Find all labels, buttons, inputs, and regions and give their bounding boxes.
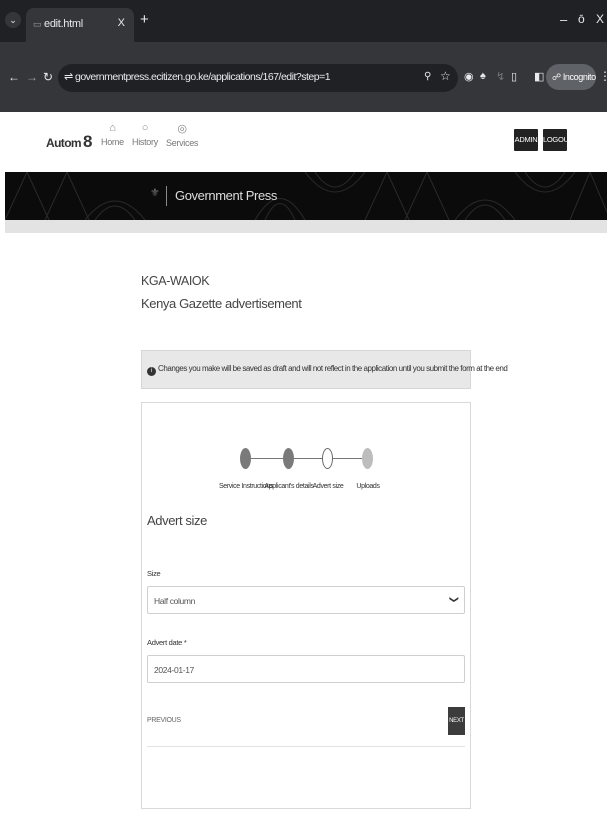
government-press-banner: ⚜ Government Press [5, 172, 607, 220]
admin-button[interactable]: ADMIN [514, 129, 538, 151]
step-dot-uploads[interactable] [362, 448, 373, 469]
progress-stepper: Service Instructions Applicant's details… [142, 445, 472, 495]
draft-alert: i Changes you make will be saved as draft… [141, 350, 508, 389]
banner-underline [5, 220, 607, 233]
browser-tab[interactable]: ▭ edit.html X [26, 8, 134, 42]
alert-text: Changes you make will be saved as draft … [158, 364, 508, 373]
incognito-label: Incognito [562, 72, 596, 82]
step-label: Applicant's details [264, 483, 314, 490]
site-logo[interactable]: Autom 8 [46, 132, 92, 152]
alert-message: i Changes you make will be saved as draft… [147, 364, 508, 376]
advert-date-value: 2024-01-17 [154, 665, 194, 675]
extension-icon-2[interactable]: ♠ [480, 70, 486, 82]
info-icon: i [147, 367, 156, 376]
maximize-button[interactable]: ō [578, 12, 585, 26]
nav-services-label: Services [166, 138, 199, 148]
nav-history[interactable]: ○ History [132, 122, 158, 147]
reload-icon[interactable]: ↻ [43, 70, 53, 84]
service-title: Kenya Gazette advertisement [141, 296, 302, 311]
browser-window: ⌄ ▭ edit.html X + – ō X ← → ↻ ⇌ governme… [0, 0, 607, 821]
incognito-badge[interactable]: ☍ Incognito [546, 64, 596, 90]
logo-mark: 8 [83, 132, 92, 151]
step-dot-applicants-details[interactable] [283, 448, 294, 469]
site-header: Autom 8 ⌂ Home ○ History ◎ Services ADMIN… [0, 112, 607, 172]
nav-services[interactable]: ◎ Services [166, 122, 198, 148]
minimize-button[interactable]: – [560, 12, 567, 27]
application-code: KGA-WAIOK [141, 274, 210, 288]
nav-history-label: History [132, 137, 158, 147]
advert-date-label: Advert date * [147, 638, 187, 647]
side-panel-icon[interactable]: ◧ [534, 70, 544, 83]
form-card: Service Instructions Applicant's details… [141, 402, 471, 809]
forward-icon[interactable]: → [26, 70, 38, 84]
bookmark-star-icon[interactable]: ☆ [440, 69, 451, 83]
site-settings-icon[interactable]: ⇌ [64, 70, 73, 83]
size-label: Size [147, 569, 161, 578]
back-icon[interactable]: ← [8, 70, 20, 84]
zoom-icon[interactable]: ⚲ [424, 71, 431, 82]
section-title: Advert size [147, 513, 207, 528]
step-connector [248, 458, 284, 459]
step-connector [293, 458, 323, 459]
banner-pattern [5, 172, 607, 220]
card-divider [147, 746, 465, 747]
size-value: Half column [154, 596, 196, 606]
previous-button[interactable]: PREVIOUS [147, 717, 181, 724]
tab-search-icon[interactable]: ⌄ [5, 12, 21, 28]
banner-title: Government Press [175, 188, 277, 203]
nav-home[interactable]: ⌂ Home [101, 122, 124, 147]
browser-toolbar: ← → ↻ ⇌ governmentpress.ecitizen.go.ke/a… [0, 42, 607, 112]
services-icon: ◎ [177, 123, 187, 135]
step-dot-service-instructions[interactable] [240, 448, 251, 469]
nav-home-label: Home [101, 137, 124, 147]
next-button[interactable]: NEXT [448, 707, 465, 735]
step-label: Uploads [356, 483, 380, 490]
tab-title: edit.html [44, 18, 83, 30]
incognito-icon: ☍ [552, 72, 563, 82]
tab-close-icon[interactable]: X [118, 17, 125, 29]
close-window-button[interactable]: X [596, 12, 604, 26]
banner-divider [166, 186, 167, 206]
browser-menu-icon[interactable]: ⋮ [599, 69, 607, 83]
step-connector [333, 458, 363, 459]
extension-icon-3[interactable]: ↯ [496, 70, 505, 83]
size-select[interactable]: Half column ❯ [147, 586, 465, 614]
tab-bar: ⌄ ▭ edit.html X + – ō X [0, 0, 607, 42]
step-dot-advert-size[interactable] [322, 448, 333, 469]
history-icon: ○ [141, 122, 149, 134]
coat-of-arms-icon: ⚜ [150, 187, 160, 199]
extensions-puzzle-icon[interactable]: ▯ [511, 70, 517, 83]
new-tab-button[interactable]: + [140, 12, 149, 27]
file-icon: ▭ [33, 19, 42, 29]
advert-date-input[interactable]: 2024-01-17 [147, 655, 465, 683]
extension-icon[interactable]: ◉ [464, 70, 474, 83]
chevron-down-icon: ❯ [449, 595, 460, 604]
url-text[interactable]: governmentpress.ecitizen.go.ke/applicati… [75, 71, 331, 83]
home-icon: ⌂ [109, 122, 116, 134]
step-label: Advert size [312, 483, 344, 490]
logout-button[interactable]: LOGOUT [543, 129, 573, 151]
logo-text: Autom [46, 136, 82, 150]
address-bar[interactable]: ⇌ governmentpress.ecitizen.go.ke/applica… [58, 64, 458, 92]
